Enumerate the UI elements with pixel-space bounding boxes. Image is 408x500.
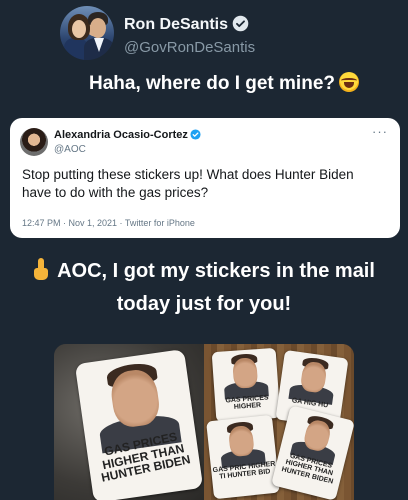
author-avatar[interactable]	[60, 6, 114, 60]
author-name-text[interactable]: Ron DeSantis	[124, 16, 228, 33]
sticker-small-1-text: GAS PRICES HIGHER	[225, 394, 269, 412]
sticker-large: GAS PRICES HIGHER THAN HUNTER BIDEN	[74, 349, 204, 500]
attached-photo[interactable]: GAS PRICES HIGHER THAN HUNTER BIDEN GAS …	[54, 344, 354, 500]
verified-badge-icon	[232, 15, 249, 32]
tweet-line1-text: Haha, where do I get mine?	[89, 73, 335, 94]
quoted-author-handle[interactable]: @AOC	[54, 144, 86, 155]
face-with-tears-of-joy-icon	[339, 72, 359, 92]
sticker-small-1: GAS PRICES HIGHER	[211, 347, 281, 423]
quoted-tweet-text: Stop putting these stickers up! What doe…	[22, 167, 354, 200]
quoted-author-avatar[interactable]	[20, 128, 48, 156]
tweet-header: Ron DeSantis @GovRonDeSantis	[60, 6, 390, 66]
more-options-icon[interactable]: ···	[372, 124, 388, 139]
sticker-small-3: GAS PRIC HIGHER TI HUNTER BID	[206, 414, 280, 500]
author-name[interactable]: Ron DeSantis	[124, 15, 249, 34]
quoted-author-name-text[interactable]: Alexandria Ocasio-Cortez	[54, 129, 188, 141]
tweet-line2-text: AOC, I got my stickers in the mail today…	[57, 260, 375, 315]
quoted-tweet-card[interactable]: Alexandria Ocasio-Cortez @AOC ··· Stop p…	[10, 118, 400, 238]
tweet-text-line1: Haha, where do I get mine?	[0, 72, 408, 95]
tweet-text-line2: AOC, I got my stickers in the mail today…	[0, 255, 408, 321]
quoted-author-name[interactable]: Alexandria Ocasio-Cortez	[54, 129, 201, 141]
author-handle[interactable]: @GovRonDeSantis	[124, 39, 255, 56]
index-pointing-up-icon	[33, 258, 49, 280]
verified-badge-icon	[190, 129, 201, 140]
quoted-tweet-timestamp[interactable]: 12:47 PM · Nov 1, 2021 · Twitter for iPh…	[22, 218, 195, 228]
